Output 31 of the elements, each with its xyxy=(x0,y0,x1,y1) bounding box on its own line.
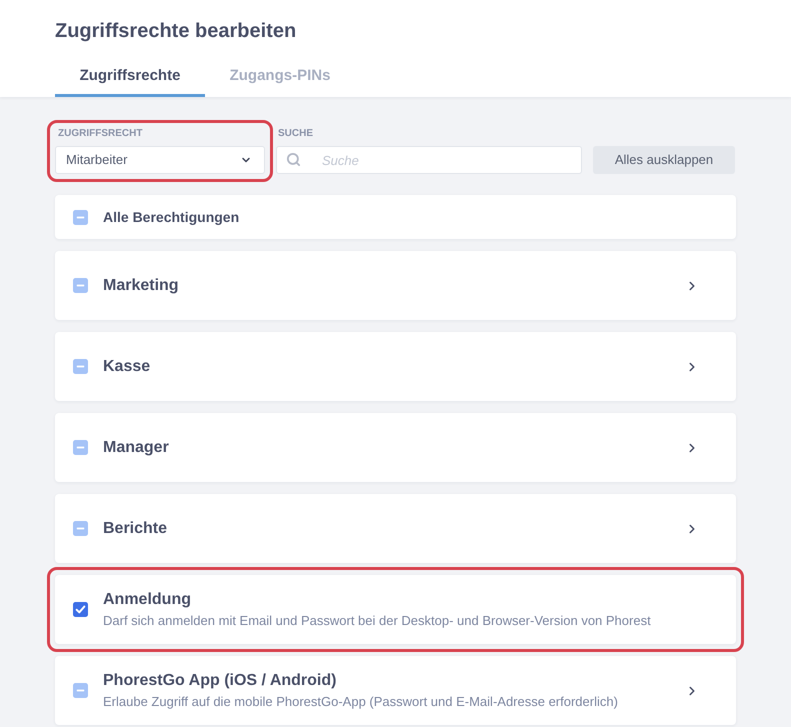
checkbox[interactable] xyxy=(73,521,88,536)
search-field[interactable]: Suche xyxy=(276,146,582,174)
checkbox[interactable] xyxy=(73,602,88,617)
permission-card[interactable]: Berichte xyxy=(55,494,736,563)
permission-description: Erlaube Zugriff auf die mobile PhorestGo-App (Passwort und E-Mail-Adresse erforderlich) xyxy=(103,693,618,710)
permission-title: Berichte xyxy=(103,518,168,538)
checkbox[interactable] xyxy=(73,359,88,374)
expand-all-button[interactable]: Alles ausklappen xyxy=(593,146,735,174)
role-select[interactable]: Mitarbeiter xyxy=(55,146,265,174)
field-label: SUCHE xyxy=(277,128,314,140)
permission-description: Darf sich anmelden mit Email und Passwort bei der Desktop- und Browser-Version von Phorest xyxy=(103,612,651,629)
search-icon xyxy=(286,152,301,167)
permission-card[interactable]: Manager xyxy=(55,413,736,482)
select-all-row[interactable]: Alle Berechtigungen xyxy=(55,195,736,239)
checkbox[interactable] xyxy=(73,210,88,224)
field-label: ZUGRIFFSRECHT xyxy=(57,128,144,140)
tab[interactable]: Zugriffsrechte xyxy=(55,58,205,97)
checkbox[interactable] xyxy=(73,278,88,293)
permission-card[interactable]: Anmeldung Darf sich anmelden mit Email und Passwort bei der Desktop- und Browser-Version von Phorest xyxy=(55,575,736,644)
permission-card[interactable]: Marketing xyxy=(55,251,736,320)
page-title: Zugriffsrechte bearbeiten xyxy=(55,19,298,44)
permission-title: PhorestGo App (iOS / Android) xyxy=(103,671,338,691)
permission-title: Alle Berechtigungen xyxy=(103,208,240,226)
permission-title: Manager xyxy=(103,438,169,458)
permission-title: Kasse xyxy=(103,356,150,376)
permission-card[interactable]: Kasse xyxy=(55,332,736,401)
checkbox[interactable] xyxy=(73,440,88,455)
permission-title: Marketing xyxy=(103,276,179,296)
permission-card[interactable]: PhorestGo App (iOS / Android) Erlaube Zugriff auf die mobile PhorestGo-App (Passwort und E-Mail-Adresse erforderlich) xyxy=(55,656,736,725)
checkbox[interactable] xyxy=(73,683,88,698)
permission-title: Anmeldung xyxy=(103,590,192,610)
